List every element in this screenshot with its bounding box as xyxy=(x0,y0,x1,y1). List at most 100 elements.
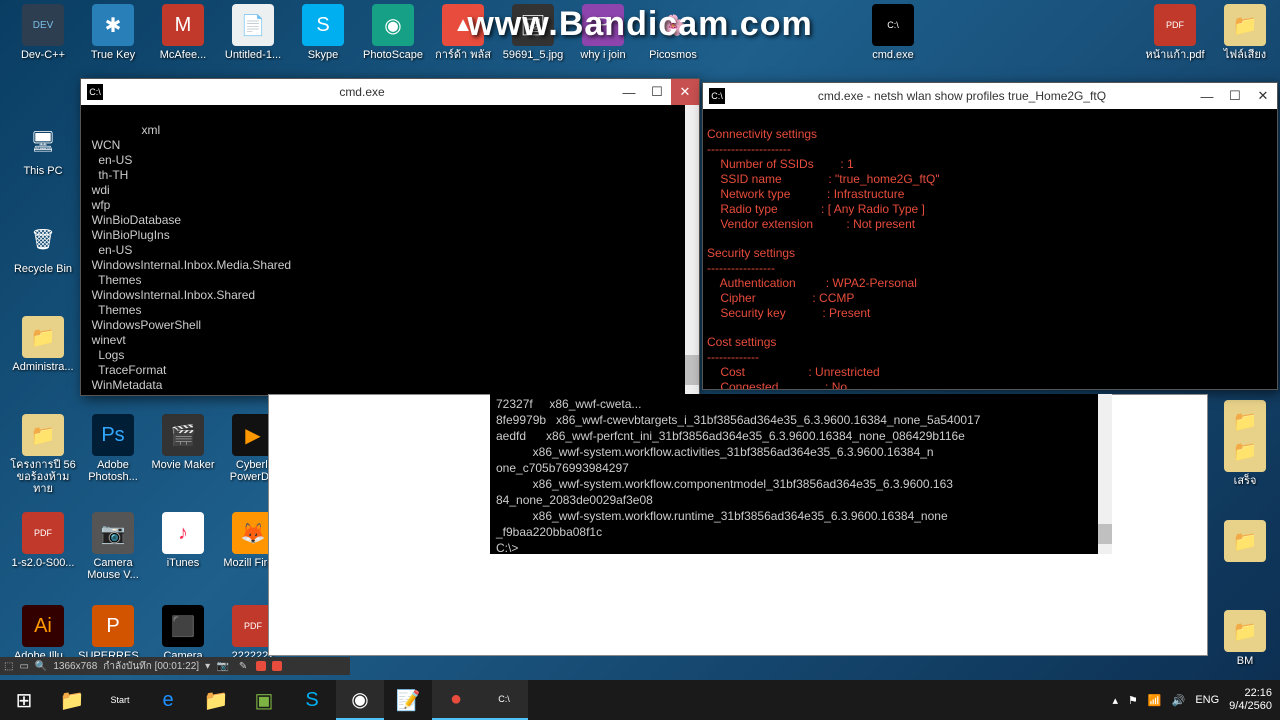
desktop-icon-folder[interactable]: 📁 xyxy=(1210,520,1280,565)
minimize-button[interactable]: — xyxy=(615,79,643,105)
maximize-button[interactable]: ☐ xyxy=(1221,83,1249,109)
cmd-output[interactable]: xml WCN en-US th-TH wdi wfp WinBioDataba… xyxy=(81,105,699,395)
icon-label: โครงการปี 56 ขอร้องห้ามทาย xyxy=(8,459,78,495)
icon-label: This PC xyxy=(8,165,78,177)
icon-label: cmd.exe xyxy=(858,49,928,61)
titlebar[interactable]: C:\ cmd.exe — ☐ ✕ xyxy=(81,79,699,105)
titlebar[interactable]: C:\ cmd.exe - netsh wlan show profiles t… xyxy=(703,83,1277,109)
icon-label: Untitled-1... xyxy=(218,49,288,61)
icon-label: Movie Maker xyxy=(148,459,218,471)
taskbar-explorer[interactable]: 📁 xyxy=(192,680,240,720)
icon-label: หน้าแก้า.pdf xyxy=(1140,49,1210,61)
cmd-window-winsxs[interactable]: 72327f x86_wwf-cweta... 8fe9979b x86_wwf… xyxy=(490,394,1110,554)
app-icon: PDF xyxy=(1154,4,1196,46)
taskbar-ie[interactable]: e xyxy=(144,680,192,720)
dropdown-icon[interactable]: ▾ xyxy=(205,661,210,672)
bandicam-recordbar[interactable]: ⬚ ▭ 🔍 1366x768 กำลังบันทึก [00:01:22] ▾ … xyxy=(0,657,350,675)
icon-label: PhotoScape xyxy=(358,49,428,61)
app-icon: ◉ xyxy=(372,4,414,46)
desktop-icon-mcafee-[interactable]: M McAfee... xyxy=(148,4,218,61)
taskbar[interactable]: ⊞📁Starte📁▣S◉📝●C:\ ▴ ⚑ 📶 🔊 ENG 22:16 9/4/… xyxy=(0,680,1280,720)
pen-icon[interactable]: ✎ xyxy=(236,660,250,672)
tray-up-icon[interactable]: ▴ xyxy=(1113,694,1119,707)
icon-label: Camera Mouse V... xyxy=(78,557,148,581)
desktop-icon-dev-c-[interactable]: DEV Dev-C++ xyxy=(8,4,78,61)
icon-label: Picosmos xyxy=(638,49,708,61)
action-center-icon[interactable]: ⚑ xyxy=(1128,694,1138,707)
stop-button[interactable] xyxy=(272,661,282,671)
maximize-button[interactable]: ☐ xyxy=(643,79,671,105)
icon-label: why i join xyxy=(568,49,638,61)
icon-label: True Key xyxy=(78,49,148,61)
desktop-icon-cmd-exe[interactable]: C:\cmd.exe xyxy=(858,4,928,61)
close-button[interactable]: ✕ xyxy=(671,79,699,105)
cmd-window-1[interactable]: C:\ cmd.exe — ☐ ✕ xml WCN en-US th-TH wd… xyxy=(80,78,700,396)
language-indicator[interactable]: ENG xyxy=(1195,694,1219,706)
scrollbar[interactable] xyxy=(1098,394,1112,554)
taskbar-bandicam[interactable]: ● xyxy=(432,680,480,720)
app-icon: DEV xyxy=(22,4,64,46)
icon-label: Dev-C++ xyxy=(8,49,78,61)
desktop-icon-recycle-bin[interactable]: 🗑Recycle Bin xyxy=(8,218,78,275)
minimize-button[interactable]: — xyxy=(1193,83,1221,109)
taskbar-skype[interactable]: S xyxy=(288,680,336,720)
icon-label: เสร็จ xyxy=(1210,475,1280,487)
taskbar-chrome[interactable]: ◉ xyxy=(336,680,384,720)
icon-label: Adobe Photosh... xyxy=(78,459,148,483)
desktop-icon-itunes[interactable]: ♪iTunes xyxy=(148,512,218,569)
record-button[interactable] xyxy=(256,661,266,671)
icon-label: iTunes xyxy=(148,557,218,569)
icon-label: 1-s2.0-S00... xyxy=(8,557,78,569)
app-icon: 📁 xyxy=(22,316,64,358)
desktop-icon-true-key[interactable]: ✱ True Key xyxy=(78,4,148,61)
desktop-icon-adobe-photosh-[interactable]: PsAdobe Photosh... xyxy=(78,414,148,483)
desktop-icon-skype[interactable]: S Skype xyxy=(288,4,358,61)
icon-label: Skype xyxy=(288,49,358,61)
cmd-icon: C:\ xyxy=(709,88,725,104)
volume-icon[interactable]: 🔊 xyxy=(1172,694,1186,707)
desktop: www.Bandicam.com DEVDev-C++✱True KeyMMcA… xyxy=(0,0,1280,680)
desktop-icon-camera-mouse-v-[interactable]: 📷Camera Mouse V... xyxy=(78,512,148,581)
taskbar-file-explorer[interactable]: 📁 xyxy=(48,680,96,720)
window-title: cmd.exe xyxy=(109,85,615,99)
taskbar-notepad[interactable]: 📝 xyxy=(384,680,432,720)
app-icon: 📁 xyxy=(1224,610,1266,652)
app-icon: 📄 xyxy=(232,4,274,46)
desktop-icon-bm[interactable]: 📁 BM xyxy=(1210,610,1280,667)
app-icon: S xyxy=(302,4,344,46)
taskbar-store[interactable]: ▣ xyxy=(240,680,288,720)
desktop-icon-untitled-1-[interactable]: 📄 Untitled-1... xyxy=(218,4,288,61)
desktop-icon-this-pc[interactable]: 🖥This PC xyxy=(8,120,78,177)
desktop-icon--[interactable]: 📁ไฟล์เสียง xyxy=(1210,4,1280,61)
desktop-icon-1-s2-0-s00-[interactable]: PDF 1-s2.0-S00... xyxy=(8,512,78,569)
desktop-icon-movie-maker[interactable]: 🎬Movie Maker xyxy=(148,414,218,471)
desktop-icon-photoscape[interactable]: ◉ PhotoScape xyxy=(358,4,428,61)
app-icon: 📁 xyxy=(1224,520,1266,562)
icon-label: McAfee... xyxy=(148,49,218,61)
taskbar-cmd[interactable]: C:\ xyxy=(480,680,528,720)
taskbar-start-button[interactable]: ⊞ xyxy=(0,680,48,720)
scrollbar[interactable] xyxy=(685,105,699,395)
app-icon: ✱ xyxy=(92,4,134,46)
system-tray[interactable]: ▴ ⚑ 📶 🔊 ENG 22:16 9/4/2560 xyxy=(1113,687,1280,713)
fullscreen-icon: ▭ xyxy=(19,661,28,672)
desktop-icon-superres-[interactable]: PSUPERRES... xyxy=(78,605,148,662)
cmd-output[interactable]: Connectivity settings ------------------… xyxy=(703,109,1277,389)
network-icon[interactable]: 📶 xyxy=(1148,694,1162,707)
desktop-icon--pdf[interactable]: PDF หน้าแก้า.pdf xyxy=(1140,4,1210,61)
desktop-icon-adobe-illu-[interactable]: AiAdobe Illu... xyxy=(8,605,78,662)
taskbar-start-menu[interactable]: Start xyxy=(96,680,144,720)
icon-label: Administra... xyxy=(8,361,78,373)
desktop-icon-camera[interactable]: ⬛Camera xyxy=(148,605,218,662)
clock[interactable]: 22:16 9/4/2560 xyxy=(1229,687,1272,713)
close-button[interactable]: ✕ xyxy=(1249,83,1277,109)
desktop-icon--56-[interactable]: 📁โครงการปี 56 ขอร้องห้ามทาย xyxy=(8,414,78,495)
window-title: cmd.exe - netsh wlan show profiles true_… xyxy=(731,89,1193,103)
desktop-icon-administra-[interactable]: 📁 Administra... xyxy=(8,316,78,373)
desktop-icon-folder[interactable]: 📁 xyxy=(1210,400,1280,445)
app-icon: M xyxy=(162,4,204,46)
cmd-window-netsh[interactable]: C:\ cmd.exe - netsh wlan show profiles t… xyxy=(702,82,1278,390)
app-icon: PDF xyxy=(22,512,64,554)
camera-icon[interactable]: 📷 xyxy=(216,660,230,672)
icon-label: BM xyxy=(1210,655,1280,667)
